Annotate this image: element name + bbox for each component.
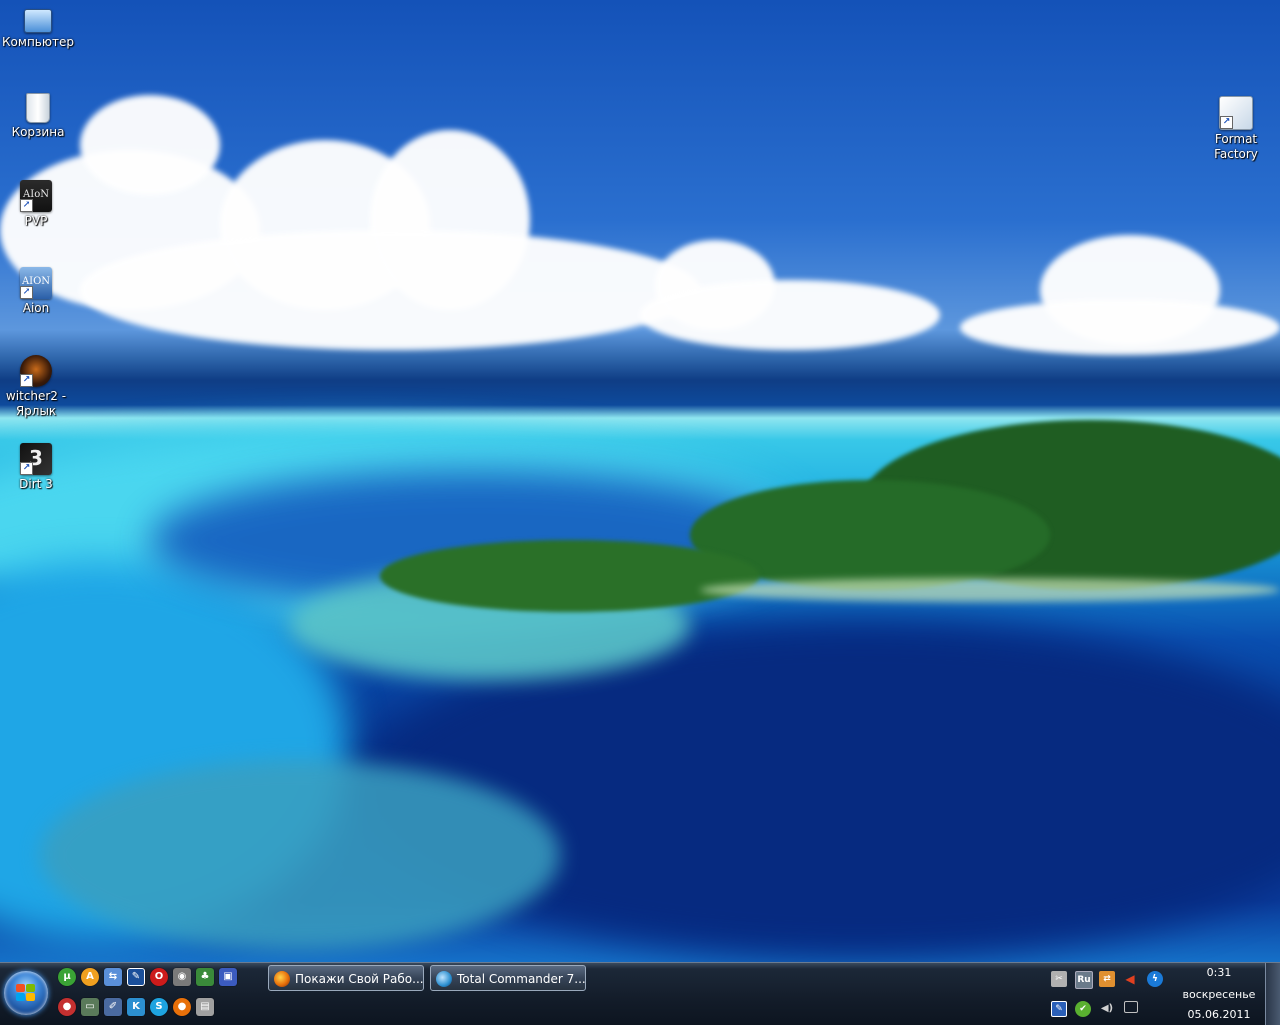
clock-day: воскресенье [1182, 988, 1256, 1001]
aimp-icon[interactable]: A [81, 968, 99, 986]
tray-green-icon[interactable]: ✔ [1075, 1001, 1091, 1017]
wallpaper-cloud [80, 95, 220, 195]
tray-language-icon[interactable]: Ru [1075, 971, 1093, 989]
desktop-icon-label: Aion [22, 301, 50, 315]
wallpaper-island [380, 540, 760, 612]
network-icon[interactable]: ⇆ [104, 968, 122, 986]
shortcut-arrow-icon: ↗ [1220, 116, 1233, 129]
tray-screen-icon[interactable] [1124, 1001, 1138, 1013]
task-button-firefox[interactable]: Покажи Свой Рабо... [268, 965, 424, 991]
task-button-label: Total Commander 7.... [457, 972, 586, 986]
desktop-icon-recycle-bin[interactable]: Корзина [0, 93, 76, 140]
clock-date: 05.06.2011 [1187, 1008, 1251, 1021]
task-button-label: Покажи Свой Рабо... [295, 972, 424, 986]
taskbar: µ A ⇆ ✎ O ◉ ♣ ▣ ● ▭ ✐ K S ● ▤ Покажи Сво… [0, 962, 1280, 1025]
games-icon[interactable]: ♣ [196, 968, 214, 986]
witcher-icon: ↗ [20, 355, 52, 387]
shortcut-arrow-icon: ↗ [20, 462, 33, 475]
tray-network-icon[interactable]: ⇄ [1099, 971, 1115, 987]
desktop-icon-computer[interactable]: Компьютер [0, 6, 76, 50]
tray-notepad-icon[interactable]: ✎ [1051, 1001, 1067, 1017]
pen-icon[interactable]: ✐ [104, 998, 122, 1016]
desktop-icon-dirt3[interactable]: 3 ↗ Dirt 3 [0, 443, 74, 492]
clock-time: 0:31 [1206, 966, 1232, 979]
desktop-icon-pvp[interactable]: AIoN ↗ PVP [0, 180, 74, 229]
desktop-icon-aion[interactable]: AION ↗ Aion [0, 267, 74, 316]
shortcut-arrow-icon: ↗ [20, 374, 33, 387]
utorrent-icon[interactable]: µ [58, 968, 76, 986]
start-button[interactable] [4, 971, 48, 1015]
show-desktop-button[interactable] [1265, 963, 1280, 1025]
wallpaper-cloud [960, 300, 1280, 355]
opera-icon[interactable]: O [150, 968, 168, 986]
tray-speaker-red-icon[interactable]: ◀ [1122, 971, 1138, 987]
desktop-icon-label: PVP [24, 214, 48, 228]
desktop-icon-label: Dirt 3 [19, 477, 53, 491]
tray-flash-icon[interactable]: ϟ [1147, 971, 1163, 987]
total-commander-icon [436, 971, 452, 987]
firefox-icon[interactable]: ● [173, 998, 191, 1016]
shortcut-arrow-icon: ↗ [20, 286, 33, 299]
clock[interactable]: 0:31 воскресенье 05.06.2011 [1178, 963, 1260, 1025]
desktop-icon-witcher2[interactable]: ↗ witcher2 - Ярлык [0, 355, 74, 419]
wallpaper-reef [40, 760, 560, 950]
desktop-icon-label: witcher2 - Ярлык [5, 389, 67, 418]
desktop-wallpaper [0, 0, 1280, 962]
computer-icon [24, 9, 52, 33]
eye-icon[interactable]: ◉ [173, 968, 191, 986]
folder-icon[interactable]: ▭ [81, 998, 99, 1016]
format-factory-icon: ↗ [1219, 96, 1253, 130]
desktop-icon-label: Format Factory [1214, 132, 1258, 161]
task-button-total-commander[interactable]: Total Commander 7.... [430, 965, 586, 991]
shortcut-arrow-icon: ↗ [20, 199, 33, 212]
wallpaper-beach [700, 578, 1280, 602]
windows-logo-icon [16, 984, 36, 1002]
wallpaper-cloud [80, 230, 700, 350]
tray-volume-icon[interactable]: ◀) [1099, 1001, 1115, 1017]
desktop-icon-label: Компьютер [2, 35, 74, 49]
desktop-icon-label: Корзина [11, 125, 65, 139]
tray-tool-icon[interactable]: ✂ [1051, 971, 1067, 987]
save-icon[interactable]: ▣ [219, 968, 237, 986]
stop-icon[interactable]: ● [58, 998, 76, 1016]
recycle-bin-icon [26, 93, 50, 123]
aion-pvp-icon: AIoN ↗ [20, 180, 52, 212]
wallpaper-cloud [640, 280, 940, 350]
firefox-icon [274, 971, 290, 987]
notepad-icon[interactable]: ✎ [127, 968, 145, 986]
total-commander-ql-icon[interactable]: ▤ [196, 998, 214, 1016]
kaspersky-icon[interactable]: K [127, 998, 145, 1016]
desktop-icon-format-factory[interactable]: ↗ Format Factory [1198, 96, 1274, 162]
aion-icon: AION ↗ [20, 267, 52, 299]
dirt3-icon: 3 ↗ [20, 443, 52, 475]
skype-icon[interactable]: S [150, 998, 168, 1016]
